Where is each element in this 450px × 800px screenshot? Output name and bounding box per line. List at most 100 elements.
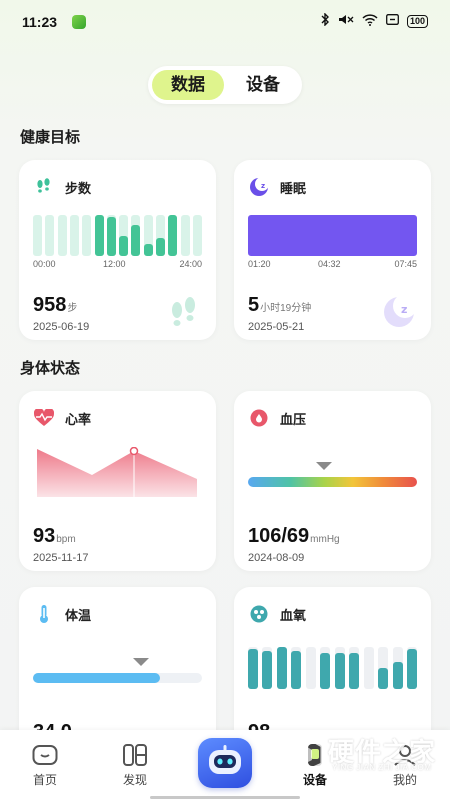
spo2-bar [276,647,287,689]
steps-value: 958 [33,294,67,316]
svg-text:z: z [401,303,407,316]
sim-icon [386,14,399,28]
mute-icon [338,13,354,29]
steps-bar [156,237,166,256]
steps-date: 2025-06-19 [33,321,90,333]
steps-bar [143,243,153,256]
steps-bar-bg [57,215,67,256]
steps-axis-start: 00:00 [33,259,56,269]
spo2-bar [334,653,345,689]
battery-indicator: 100 [406,14,428,28]
tab-discover[interactable]: 发现 [105,730,165,788]
steps-axis-end: 24:00 [179,259,202,269]
blood-pressure-indicator [316,462,332,470]
steps-card[interactable]: 步数 00:00 12:00 24:00 958步 2025-06-19 [19,160,216,340]
status-bar: 11:23 100 [0,0,450,44]
watermark-logo-icon [284,734,324,774]
heart-rate-value-row: 93bpm [33,525,76,548]
temperature-title: 体温 [65,607,92,623]
tab-data[interactable]: 数据 [152,70,224,100]
steps-bar-bg [69,215,79,256]
steps-unit: 步 [67,303,78,314]
thermometer-icon [33,603,55,625]
discover-icon [122,743,148,767]
temperature-track [33,673,202,683]
sleep-value-row: 5小时19分钟 [248,294,311,317]
heart-rate-value: 93 [33,525,56,547]
sleep-axis-end: 07:45 [394,259,417,269]
status-icons: 100 [320,12,428,29]
steps-title: 步数 [65,180,92,196]
heart-rate-title: 心率 [65,411,92,427]
steps-bar-bg [193,215,202,256]
ai-assistant-button[interactable] [198,738,252,788]
steps-bar-chart [33,215,202,256]
blood-pressure-icon [248,407,270,429]
bluetooth-icon [320,12,330,29]
steps-bar-bg [82,215,92,256]
blood-pressure-value: 106/69 [248,525,310,547]
spo2-bar-bg [305,647,316,689]
app-notification-icon [72,15,86,29]
sleep-bar [248,215,417,256]
spo2-bar [407,649,417,689]
blood-pressure-scale [248,477,417,487]
heart-rate-card[interactable]: 心率 93bpm 2025-11-17 [19,391,216,571]
sleep-axis-mid: 04:32 [318,259,341,269]
sleep-value: 5 [248,294,260,316]
footprints-decor-icon [166,296,200,335]
moon-icon: z [248,176,270,198]
spo2-bar [320,653,331,689]
steps-bar-bg [45,215,55,256]
steps-bar [168,215,178,256]
tab-discover-label: 发现 [122,773,147,787]
health-goals-heading: 健康目标 [20,129,81,146]
spo2-bar [392,661,403,689]
tab-devices[interactable]: 设备 [228,70,298,100]
body-status-heading: 身体状态 [20,360,81,377]
blood-pressure-value-row: 106/69mmHg [248,525,340,548]
spo2-bar [248,649,258,689]
sleep-card[interactable]: z 睡眠 01:20 04:32 07:45 5小时19分钟 2025-05-2… [234,160,431,340]
heart-rate-area-chart [37,447,197,497]
footprints-icon [33,176,55,198]
blood-pressure-title: 血压 [280,411,307,427]
steps-bar [106,217,116,256]
temperature-fill [33,673,160,683]
steps-bar-bg [33,215,42,256]
spo2-bar [262,651,273,689]
watermark-subtext: YING JIAN ZHI JIA.COM [332,763,432,772]
view-segment-control: 数据 设备 [148,66,302,104]
sleep-date: 2025-05-21 [248,321,305,333]
blood-pressure-unit: mmHg [310,534,340,545]
status-time: 11:23 [22,14,58,30]
spo2-bar [291,651,302,689]
steps-bar [131,225,141,256]
steps-bar-bg [180,215,190,256]
sleep-title: 睡眠 [280,180,307,196]
home-indicator [150,796,300,799]
watermark: 硬件之家 YING JIAN ZHI JIA.COM [282,732,442,774]
blood-pressure-card[interactable]: 血压 106/69mmHg 2024-08-09 [234,391,431,571]
wifi-icon [362,13,378,29]
steps-bar [94,215,104,256]
sleep-axis-start: 01:20 [248,259,271,269]
heart-rate-unit: bpm [56,534,76,545]
oxygen-icon [248,603,270,625]
steps-bar [119,235,129,256]
spo2-title: 血氧 [280,607,307,623]
heart-rate-date: 2025-11-17 [33,552,89,564]
tab-home-label: 首页 [32,773,57,787]
robot-icon [205,744,245,783]
temperature-indicator [133,658,149,666]
spo2-bar [349,653,360,689]
spo2-bar-bg [363,647,374,689]
home-icon [32,743,58,767]
steps-axis-mid: 12:00 [103,259,126,269]
spo2-bar [378,668,389,689]
moon-decor-icon: z [381,294,417,333]
tab-home[interactable]: 首页 [15,730,75,788]
spo2-bar-chart [248,647,417,689]
heart-pulse-icon [33,407,55,429]
steps-value-row: 958步 [33,294,77,317]
